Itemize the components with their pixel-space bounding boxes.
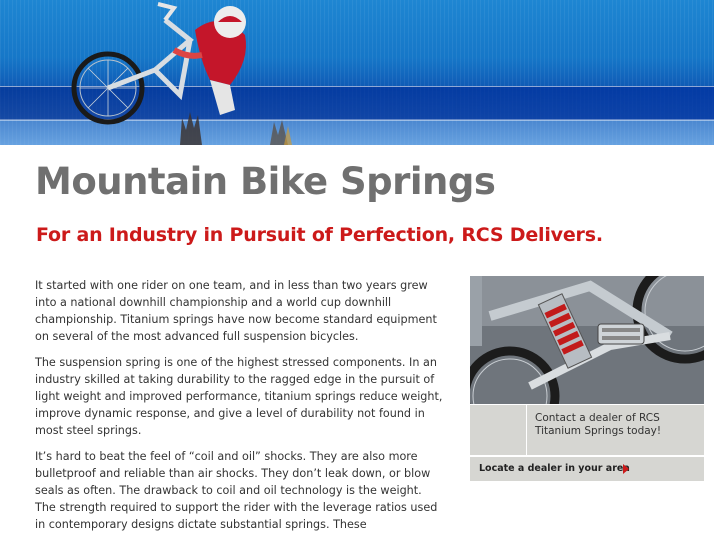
bike-suspension-photo <box>470 276 704 404</box>
callout-divider <box>526 405 527 455</box>
article-body: It started with one rider on one team, a… <box>35 277 445 542</box>
dealer-message: Contact a dealer of RCS Titanium Springs… <box>535 412 662 437</box>
page-subtitle: For an Industry in Pursuit of Perfection… <box>36 224 603 246</box>
locate-dealer-label[interactable]: Locate a dealer in your area <box>479 457 630 481</box>
article-paragraph: The suspension spring is one of the high… <box>35 356 443 437</box>
article-paragraph: It started with one rider on one team, a… <box>35 279 437 343</box>
dealer-callout: Contact a dealer of RCS Titanium Springs… <box>470 405 704 455</box>
header-banner <box>0 0 714 145</box>
banner-rider-photo <box>71 2 292 145</box>
bike-suspension-illustration <box>470 276 704 404</box>
article-paragraph: It’s hard to beat the feel of “coil and … <box>35 450 438 531</box>
arrow-right-icon[interactable] <box>623 464 629 474</box>
page-title: Mountain Bike Springs <box>35 160 496 203</box>
locate-dealer-link[interactable]: Locate a dealer in your area <box>470 457 704 481</box>
